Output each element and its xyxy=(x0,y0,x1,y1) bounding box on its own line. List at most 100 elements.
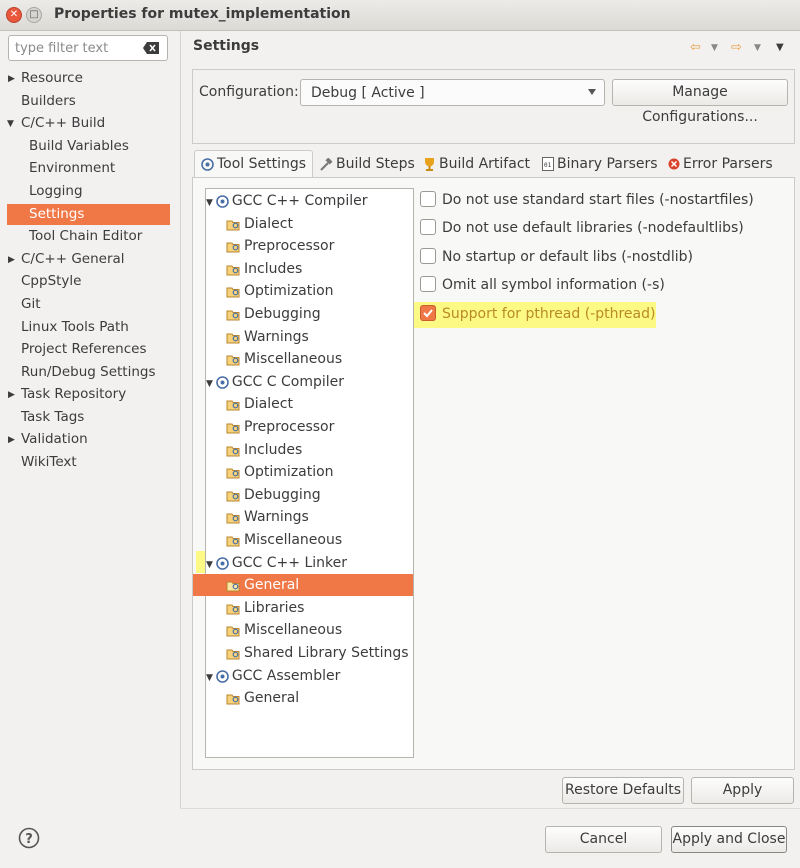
expand-icon[interactable]: ▶ xyxy=(8,435,15,445)
tree-option-node[interactable]: Dialect xyxy=(226,393,293,415)
checkbox[interactable] xyxy=(420,219,436,235)
tree-option-node[interactable]: Preprocessor xyxy=(226,235,334,257)
tree-option-node[interactable]: Libraries xyxy=(226,597,304,619)
tree-option-node[interactable]: Miscellaneous xyxy=(226,619,342,641)
view-menu-icon[interactable]: ▼ xyxy=(776,42,784,53)
option-strip-symbols[interactable]: Omit all symbol information (-s) xyxy=(420,273,665,297)
sidebar-item-task-tags[interactable]: Task Tags xyxy=(21,407,84,428)
sidebar-item-resource[interactable]: Resource xyxy=(21,68,83,89)
tab-binary-parsers[interactable]: 01 Binary Parsers xyxy=(542,151,658,177)
expand-icon[interactable]: ▶ xyxy=(8,74,15,84)
filter-input[interactable]: type filter text xyxy=(8,35,168,61)
dropdown-arrow-icon xyxy=(588,89,596,95)
folder-options-icon xyxy=(226,626,240,636)
tree-option-node[interactable]: Shared Library Settings xyxy=(226,642,409,664)
folder-options-icon xyxy=(226,536,240,546)
restore-defaults-button[interactable]: Restore Defaults xyxy=(562,777,684,804)
configuration-label: Configuration: xyxy=(199,84,299,100)
collapse-icon[interactable]: ▼ xyxy=(206,198,213,208)
sidebar-item-tool-chain-editor[interactable]: Tool Chain Editor xyxy=(29,226,142,247)
configuration-select[interactable]: Debug [ Active ] xyxy=(300,79,605,106)
forward-menu-icon[interactable]: ▼ xyxy=(754,43,761,53)
sidebar-item-environment[interactable]: Environment xyxy=(29,158,115,179)
maximize-window-button[interactable]: □ xyxy=(26,7,42,23)
tree-tool-node[interactable]: ▼ GCC C++ Compiler xyxy=(206,190,367,212)
tree-option-node[interactable]: Dialect xyxy=(226,213,293,235)
tree-node-label: Libraries xyxy=(244,600,305,616)
tab-build-artifact[interactable]: Build Artifact xyxy=(423,151,530,177)
tree-option-node[interactable]: Miscellaneous xyxy=(226,529,342,551)
back-menu-icon[interactable]: ▼ xyxy=(711,43,718,53)
help-icon[interactable]: ? xyxy=(18,827,40,849)
apply-and-close-button[interactable]: Apply and Close xyxy=(671,826,787,853)
checkbox-checked[interactable] xyxy=(420,305,436,321)
apply-button[interactable]: Apply xyxy=(691,777,794,804)
sidebar-item-cpp-build[interactable]: C/C++ Build xyxy=(21,113,105,134)
sidebar-item-build-variables[interactable]: Build Variables xyxy=(29,136,129,157)
tree-option-node[interactable]: Warnings xyxy=(226,506,309,528)
collapse-icon[interactable]: ▼ xyxy=(206,560,213,570)
close-window-button[interactable]: ✕ xyxy=(6,7,22,23)
option-nostdlib[interactable]: No startup or default libs (-nostdlib) xyxy=(420,245,693,269)
manage-configurations-button[interactable]: Manage Configurations... xyxy=(612,79,788,125)
option-nostartfiles[interactable]: Do not use standard start files (-nostar… xyxy=(420,188,754,212)
cancel-button[interactable]: Cancel xyxy=(545,826,662,853)
sidebar-item-wikitext[interactable]: WikiText xyxy=(21,452,77,473)
tab-label: Tool Settings xyxy=(217,156,307,172)
tab-label: Build Artifact xyxy=(439,156,530,172)
checkbox[interactable] xyxy=(420,276,436,292)
footer-divider xyxy=(180,808,800,809)
tree-option-node[interactable]: Debugging xyxy=(226,303,321,325)
collapse-icon[interactable]: ▼ xyxy=(206,673,213,683)
expand-icon[interactable]: ▶ xyxy=(8,390,15,400)
sidebar-item-linux-tools-path[interactable]: Linux Tools Path xyxy=(21,317,129,338)
option-pthread[interactable]: Support for pthread (-pthread) xyxy=(420,302,655,326)
collapse-icon[interactable]: ▼ xyxy=(206,379,213,389)
tree-tool-node[interactable]: ▼ GCC C Compiler xyxy=(206,371,344,393)
sidebar-item-settings[interactable]: Settings xyxy=(7,204,170,225)
tree-option-node[interactable]: Preprocessor xyxy=(226,416,334,438)
tree-tool-node[interactable]: ▼ GCC C++ Linker xyxy=(206,552,347,574)
option-label: No startup or default libs (-nostdlib) xyxy=(442,249,693,265)
sidebar-item-project-references[interactable]: Project References xyxy=(21,339,147,360)
back-arrow-icon[interactable]: ⇦ xyxy=(690,40,701,55)
tree-option-node[interactable]: Warnings xyxy=(226,326,309,348)
sidebar-item-cppstyle[interactable]: CppStyle xyxy=(21,271,81,292)
clear-filter-icon[interactable] xyxy=(143,42,159,54)
checkbox[interactable] xyxy=(420,191,436,207)
option-label: Do not use default libraries (-nodefault… xyxy=(442,220,744,236)
tool-icon xyxy=(216,375,229,389)
sidebar-item-cpp-general[interactable]: C/C++ General xyxy=(21,249,125,270)
tree-option-node[interactable]: General xyxy=(226,687,299,709)
option-label: Omit all symbol information (-s) xyxy=(442,277,665,293)
tree-tool-node[interactable]: ▼ GCC Assembler xyxy=(206,665,340,687)
tool-settings-icon xyxy=(201,157,214,171)
sidebar-item-logging[interactable]: Logging xyxy=(29,181,83,202)
folder-options-icon xyxy=(226,287,240,297)
tree-option-node[interactable]: General xyxy=(193,574,413,596)
expand-icon[interactable]: ▶ xyxy=(8,255,15,265)
tree-option-node[interactable]: Includes xyxy=(226,258,302,280)
sidebar-item-git[interactable]: Git xyxy=(21,294,41,315)
check-icon xyxy=(423,309,433,318)
sidebar-item-validation[interactable]: Validation xyxy=(21,429,88,450)
tree-option-node[interactable]: Miscellaneous xyxy=(226,348,342,370)
tab-build-steps[interactable]: Build Steps xyxy=(319,151,415,177)
tab-tool-settings[interactable]: Tool Settings xyxy=(194,150,314,178)
folder-options-icon xyxy=(226,491,240,501)
sidebar-item-builders[interactable]: Builders xyxy=(21,91,76,112)
tree-option-node[interactable]: Optimization xyxy=(226,280,334,302)
tree-option-node[interactable]: Debugging xyxy=(226,484,321,506)
forward-arrow-icon[interactable]: ⇨ xyxy=(731,40,742,55)
sidebar-item-run-debug-settings[interactable]: Run/Debug Settings xyxy=(21,362,156,383)
tree-option-node[interactable]: Optimization xyxy=(226,461,334,483)
option-nodefaultlibs[interactable]: Do not use default libraries (-nodefault… xyxy=(420,216,744,240)
sidebar-item-task-repository[interactable]: Task Repository xyxy=(21,384,126,405)
title-bar: ✕ □ Properties for mutex_implementation xyxy=(0,0,800,31)
checkbox[interactable] xyxy=(420,248,436,264)
configuration-value: Debug [ Active ] xyxy=(311,85,425,101)
tree-option-node[interactable]: Includes xyxy=(226,439,302,461)
tab-error-parsers[interactable]: Error Parsers xyxy=(668,151,773,177)
collapse-icon[interactable]: ▼ xyxy=(7,119,14,129)
tool-icon xyxy=(216,556,229,570)
